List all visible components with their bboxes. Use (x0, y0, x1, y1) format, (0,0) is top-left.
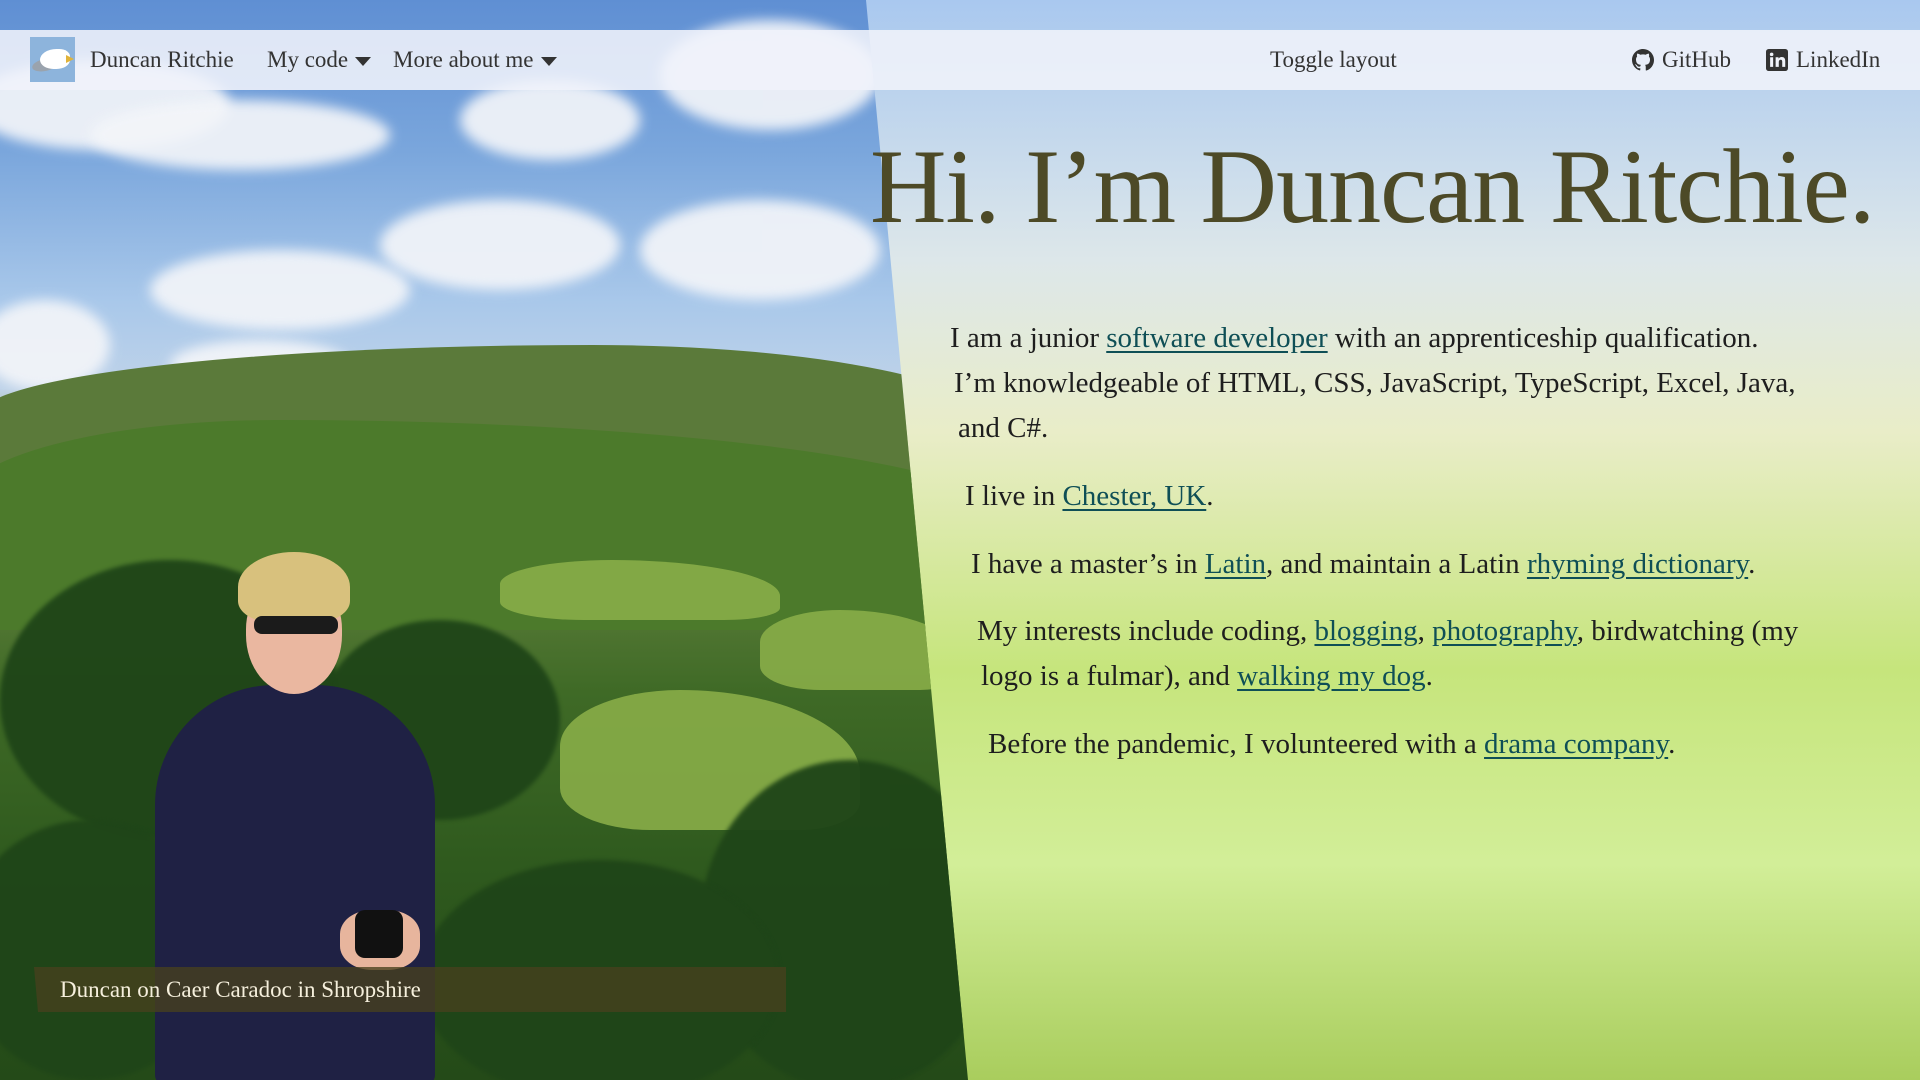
github-link[interactable]: GitHub (1632, 30, 1731, 90)
toggle-layout-button[interactable]: Toggle layout (1270, 30, 1397, 90)
fulmar-logo-icon[interactable] (30, 37, 75, 82)
photo-caption: Duncan on Caer Caradoc in Shropshire (34, 967, 786, 1012)
my-code-menu[interactable]: My code (267, 30, 372, 90)
hero-photo: Duncan on Caer Caradoc in Shropshire (0, 0, 968, 1080)
volunteering-paragraph: Before the pandemic, I volunteered with … (988, 728, 1676, 760)
rhyming-dictionary-link[interactable]: rhyming dictionary (1527, 548, 1748, 580)
chevron-down-icon (355, 57, 372, 67)
photography-link[interactable]: photography (1432, 615, 1577, 647)
linkedin-icon (1766, 49, 1788, 71)
education-paragraph: I have a master’s in Latin, and maintain… (971, 548, 1756, 580)
github-label: GitHub (1662, 47, 1731, 72)
latin-link[interactable]: Latin (1205, 548, 1266, 580)
interests-paragraph: My interests include coding, blogging, p… (977, 615, 1799, 647)
chevron-down-icon (540, 57, 557, 67)
linkedin-link[interactable]: LinkedIn (1766, 30, 1880, 90)
interests-paragraph-line2: logo is a fulmar), and walking my dog. (981, 660, 1433, 692)
skills-line-end: and C#. (958, 412, 1049, 444)
software-developer-link[interactable]: software developer (1106, 322, 1327, 354)
more-about-me-label: More about me (393, 47, 534, 72)
skills-line: I’m knowledgeable of HTML, CSS, JavaScri… (954, 367, 1796, 399)
more-about-me-menu[interactable]: More about me (393, 30, 557, 90)
top-navbar: Duncan Ritchie My code More about me Tog… (0, 30, 1920, 90)
intro-paragraph: I am a junior software developer with an… (950, 322, 1759, 354)
chester-uk-link[interactable]: Chester, UK (1062, 480, 1206, 512)
linkedin-label: LinkedIn (1796, 47, 1881, 72)
drama-company-link[interactable]: drama company (1484, 728, 1668, 760)
camera-icon (355, 910, 403, 958)
blogging-link[interactable]: blogging (1314, 615, 1417, 647)
walking-my-dog-link[interactable]: walking my dog (1237, 660, 1426, 692)
brand-link[interactable]: Duncan Ritchie (90, 30, 234, 90)
github-icon (1632, 49, 1654, 71)
location-paragraph: I live in Chester, UK. (965, 480, 1214, 512)
page-title: Hi. I’m Duncan Ritchie. (870, 128, 1875, 245)
my-code-label: My code (267, 47, 349, 72)
